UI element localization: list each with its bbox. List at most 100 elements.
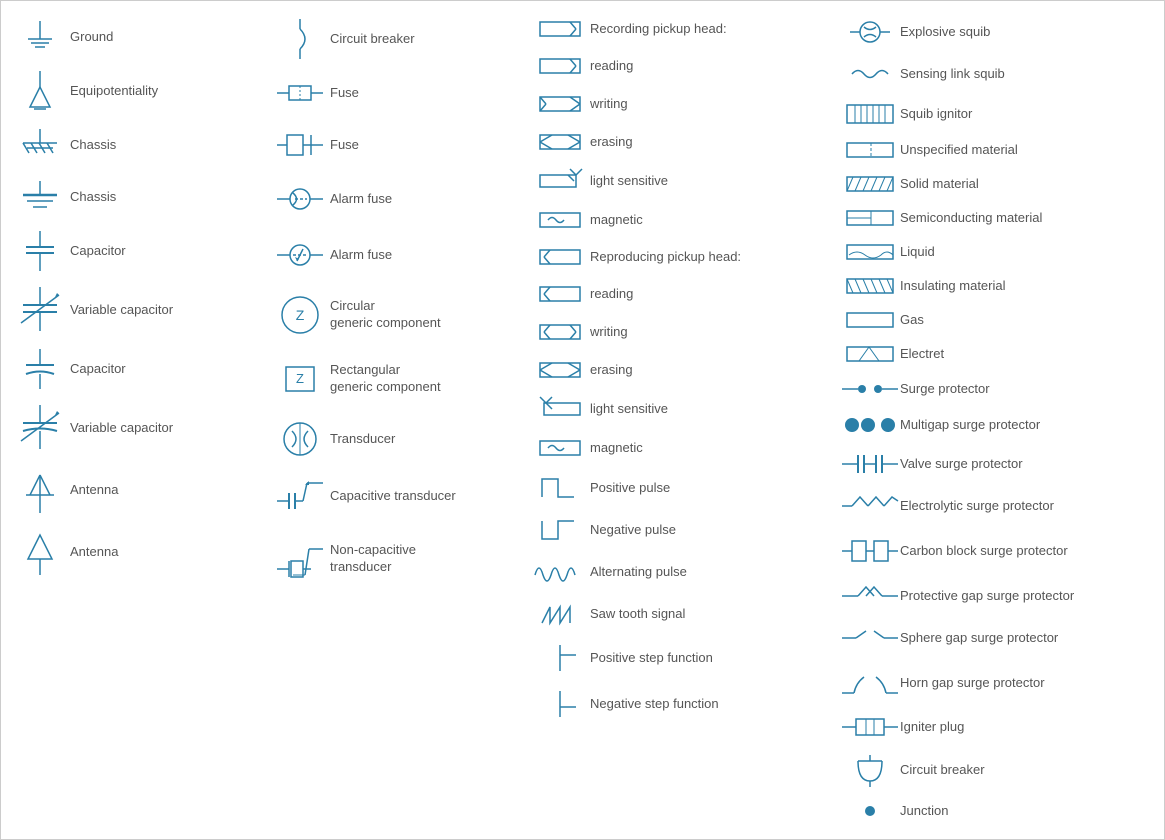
symbol-insulating: Insulating material <box>836 269 1165 303</box>
ground-icon <box>10 17 70 57</box>
symbol-antenna2: Antenna <box>6 521 266 583</box>
symbol-rph-light: light sensitive <box>526 161 836 201</box>
repro-reading-icon <box>530 283 590 305</box>
alarm-fuse2-label: Alarm fuse <box>330 247 392 264</box>
symbol-noncap-transducer: Non-capacitive transducer <box>266 525 526 593</box>
ground-label: Ground <box>70 29 113 46</box>
column-2: Circuit breaker Fuse <box>266 11 526 829</box>
chassis2-icon <box>10 179 70 215</box>
sensing-squib-icon <box>840 59 900 89</box>
antenna1-label: Antenna <box>70 482 118 499</box>
symbol-equipotentiality: Equipotentiality <box>6 63 266 119</box>
neg-step-icon <box>530 687 590 721</box>
symbol-alarm-fuse2: Alarm fuse <box>266 227 526 283</box>
symbol-unspecified: Unspecified material <box>836 133 1165 167</box>
junction-label: Junction <box>900 803 948 820</box>
symbol-rph-header: Recording pickup head: <box>526 11 836 47</box>
electret-label: Electret <box>900 346 944 363</box>
surge-protector-icon <box>840 377 900 401</box>
symbol-electrolytic-surge: Electrolytic surge protector <box>836 485 1165 527</box>
semiconducting-label: Semiconducting material <box>900 210 1042 227</box>
sphere-gap-label: Sphere gap surge protector <box>900 630 1058 647</box>
circular-generic-label: Circular generic component <box>330 298 441 332</box>
column-4: Explosive squib Sensing link squib <box>836 11 1165 829</box>
symbol-antenna1: Antenna <box>6 459 266 521</box>
rph-header-icon <box>530 18 590 40</box>
alarm-fuse1-label: Alarm fuse <box>330 191 392 208</box>
symbol-pos-pulse: Positive pulse <box>526 467 836 509</box>
symbol-gas: Gas <box>836 303 1165 337</box>
repro-writing-label: writing <box>590 324 628 341</box>
igniter-plug-icon <box>840 713 900 741</box>
symbol-rph-reading: reading <box>526 47 836 85</box>
saw-tooth-label: Saw tooth signal <box>590 606 685 623</box>
var-cap2-icon <box>10 403 70 453</box>
fuse2-icon <box>270 127 330 163</box>
symbol-saw-tooth: Saw tooth signal <box>526 593 836 635</box>
symbol-var-cap1: Variable capacitor <box>6 279 266 341</box>
rph-erasing-label: erasing <box>590 134 633 151</box>
squib-ignitor-label: Squib ignitor <box>900 106 972 123</box>
pos-pulse-icon <box>530 473 590 503</box>
rect-generic-label: Rectangular generic component <box>330 362 441 396</box>
antenna2-icon <box>10 527 70 577</box>
alt-pulse-icon <box>530 557 590 587</box>
repro-magnetic-label: magnetic <box>590 440 643 457</box>
insulating-label: Insulating material <box>900 278 1006 295</box>
symbol-repro-header: Reproducing pickup head: <box>526 239 836 275</box>
symbol-circular-generic: Z Circular generic component <box>266 283 526 347</box>
chassis1-label: Chassis <box>70 137 116 154</box>
alt-pulse-label: Alternating pulse <box>590 564 687 581</box>
rph-reading-label: reading <box>590 58 633 75</box>
unspecified-icon <box>840 139 900 161</box>
symbol-junction: Junction <box>836 793 1165 829</box>
symbol-sphere-gap: Sphere gap surge protector <box>836 617 1165 659</box>
chassis1-icon <box>10 125 70 165</box>
symbol-solid: Solid material <box>836 167 1165 201</box>
chassis2-label: Chassis <box>70 189 116 206</box>
saw-tooth-icon <box>530 599 590 629</box>
symbol-multigap-surge: Multigap surge protector <box>836 407 1165 443</box>
liquid-icon <box>840 241 900 263</box>
symbol-circuit-breaker2: Circuit breaker <box>836 747 1165 793</box>
repro-reading-label: reading <box>590 286 633 303</box>
circuit-breaker-icon <box>270 17 330 61</box>
rect-generic-icon: Z <box>270 359 330 399</box>
junction-icon <box>840 799 900 823</box>
var-cap2-label: Variable capacitor <box>70 420 173 437</box>
gas-label: Gas <box>900 312 924 329</box>
var-cap1-label: Variable capacitor <box>70 302 173 319</box>
symbol-fuse2: Fuse <box>266 119 526 171</box>
rph-header-label: Recording pickup head: <box>590 21 727 38</box>
symbol-rph-erasing: erasing <box>526 123 836 161</box>
symbol-electret: Electret <box>836 337 1165 371</box>
solid-label: Solid material <box>900 176 979 193</box>
valve-surge-label: Valve surge protector <box>900 456 1023 473</box>
symbol-transducer: Transducer <box>266 411 526 467</box>
symbol-liquid: Liquid <box>836 235 1165 269</box>
cap-transducer-label: Capacitive transducer <box>330 488 456 505</box>
symbol-var-cap2: Variable capacitor <box>6 397 266 459</box>
protective-gap-label: Protective gap surge protector <box>900 588 1074 605</box>
symbol-neg-step: Negative step function <box>526 681 836 727</box>
surge-protector-label: Surge protector <box>900 381 990 398</box>
symbol-repro-light: light sensitive <box>526 389 836 429</box>
rph-light-icon <box>530 167 590 195</box>
symbol-protective-gap: Protective gap surge protector <box>836 575 1165 617</box>
symbol-ground: Ground <box>6 11 266 63</box>
symbol-alt-pulse: Alternating pulse <box>526 551 836 593</box>
symbol-repro-writing: writing <box>526 313 836 351</box>
symbol-neg-pulse: Negative pulse <box>526 509 836 551</box>
symbol-capacitor1: Capacitor <box>6 223 266 279</box>
symbol-repro-magnetic: magnetic <box>526 429 836 467</box>
multigap-surge-label: Multigap surge protector <box>900 417 1040 434</box>
repro-light-label: light sensitive <box>590 401 668 418</box>
symbol-igniter-plug: Igniter plug <box>836 707 1165 747</box>
horn-gap-icon <box>840 665 900 701</box>
pos-step-label: Positive step function <box>590 650 713 667</box>
protective-gap-icon <box>840 581 900 611</box>
rph-light-label: light sensitive <box>590 173 668 190</box>
rph-writing-icon <box>530 93 590 115</box>
insulating-icon <box>840 275 900 297</box>
fuse1-label: Fuse <box>330 85 359 102</box>
